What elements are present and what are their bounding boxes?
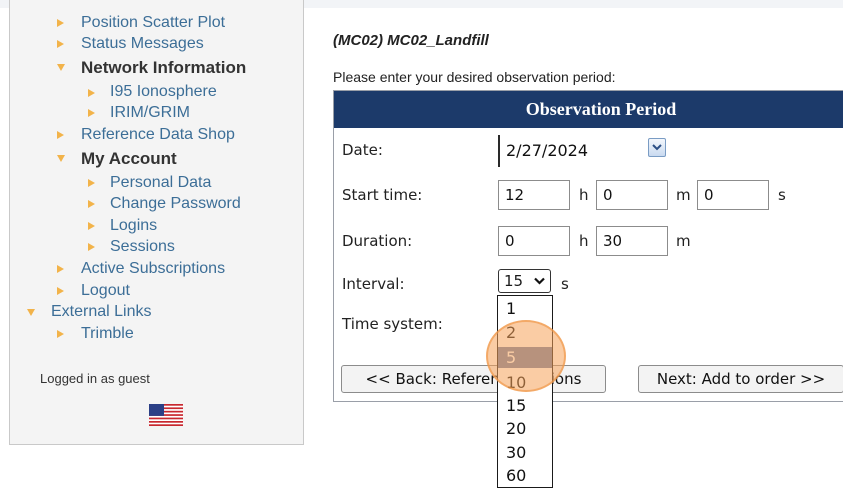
us-flag-icon[interactable] — [149, 404, 183, 426]
start-time-label: Start time: — [342, 186, 423, 204]
date-dropdown-button[interactable] — [648, 138, 666, 157]
sidebar-item-logins[interactable]: Logins — [110, 216, 157, 236]
arrow-right-icon — [88, 179, 95, 187]
sidebar-item-network-information[interactable]: Network Information — [81, 58, 246, 78]
interval-option[interactable]: 60 — [498, 465, 552, 486]
date-label: Date: — [342, 141, 383, 159]
logged-in-status: Logged in as guest — [40, 371, 150, 386]
interval-select[interactable]: 15 — [498, 269, 551, 293]
time-system-label: Time system: — [342, 315, 443, 333]
chevron-down-icon — [652, 144, 662, 151]
sidebar-item-my-account[interactable]: My Account — [81, 149, 177, 169]
interval-label: Interval: — [342, 275, 405, 293]
hours-unit: h — [579, 186, 589, 204]
arrow-right-icon — [88, 222, 95, 230]
arrow-right-icon — [57, 131, 64, 139]
arrow-right-icon — [57, 287, 64, 295]
station-title: (MC02) MC02_Landfill — [333, 32, 489, 49]
interval-option[interactable]: 15 — [498, 395, 552, 416]
sidebar-item-i95-ionosphere[interactable]: I95 Ionosphere — [110, 82, 217, 102]
arrow-right-icon — [57, 265, 64, 273]
arrow-right-icon — [88, 109, 95, 117]
arrow-right-icon — [57, 19, 64, 27]
minutes-unit: m — [676, 232, 691, 250]
sidebar-item-external-links[interactable]: External Links — [51, 302, 152, 322]
arrow-right-icon — [88, 89, 95, 97]
duration-label: Duration: — [342, 232, 413, 250]
sidebar-item-change-password[interactable]: Change Password — [110, 194, 241, 214]
interval-option[interactable]: 20 — [498, 418, 552, 439]
arrow-right-icon — [57, 330, 64, 338]
minutes-unit: m — [676, 186, 691, 204]
arrow-right-icon — [88, 200, 95, 208]
start-hours-input[interactable]: 12 — [498, 180, 570, 210]
arrow-right-icon — [88, 243, 95, 251]
interval-option[interactable]: 1 — [498, 298, 552, 319]
panel-title: Observation Period — [334, 91, 843, 128]
sidebar-item-logout[interactable]: Logout — [81, 281, 130, 301]
sidebar-item-sessions[interactable]: Sessions — [110, 237, 175, 257]
interval-unit: s — [561, 275, 569, 293]
arrow-down-icon — [57, 64, 65, 71]
hours-unit: h — [579, 232, 589, 250]
sidebar-item-position-scatter-plot[interactable]: Position Scatter Plot — [81, 13, 225, 33]
duration-hours-input[interactable]: 0 — [498, 226, 570, 256]
arrow-down-icon — [57, 155, 65, 162]
sidebar-item-status-messages[interactable]: Status Messages — [81, 34, 204, 54]
arrow-right-icon — [57, 40, 64, 48]
start-minutes-input[interactable]: 0 — [596, 180, 668, 210]
interval-option[interactable]: 30 — [498, 442, 552, 463]
interval-selected-value: 15 — [504, 272, 524, 290]
arrow-down-icon — [27, 309, 35, 316]
sidebar-item-trimble[interactable]: Trimble — [81, 324, 134, 344]
sidebar-item-reference-data-shop[interactable]: Reference Data Shop — [81, 125, 235, 145]
sidebar-item-active-subscriptions[interactable]: Active Subscriptions — [81, 259, 225, 279]
date-input[interactable]: 2/27/2024 — [498, 135, 668, 167]
back-button[interactable]: << Back: Reference stations — [341, 365, 606, 393]
sidebar: Position Scatter Plot Status Messages Ne… — [9, 0, 304, 445]
start-seconds-input[interactable]: 0 — [697, 180, 769, 210]
chevron-down-icon — [534, 277, 545, 285]
click-indicator — [486, 320, 566, 392]
next-button[interactable]: Next: Add to order >> — [638, 365, 843, 393]
seconds-unit: s — [778, 186, 786, 204]
sidebar-item-personal-data[interactable]: Personal Data — [110, 173, 211, 193]
duration-minutes-input[interactable]: 30 — [596, 226, 668, 256]
sidebar-item-irim-grim[interactable]: IRIM/GRIM — [110, 103, 190, 123]
observation-prompt: Please enter your desired observation pe… — [333, 69, 616, 85]
